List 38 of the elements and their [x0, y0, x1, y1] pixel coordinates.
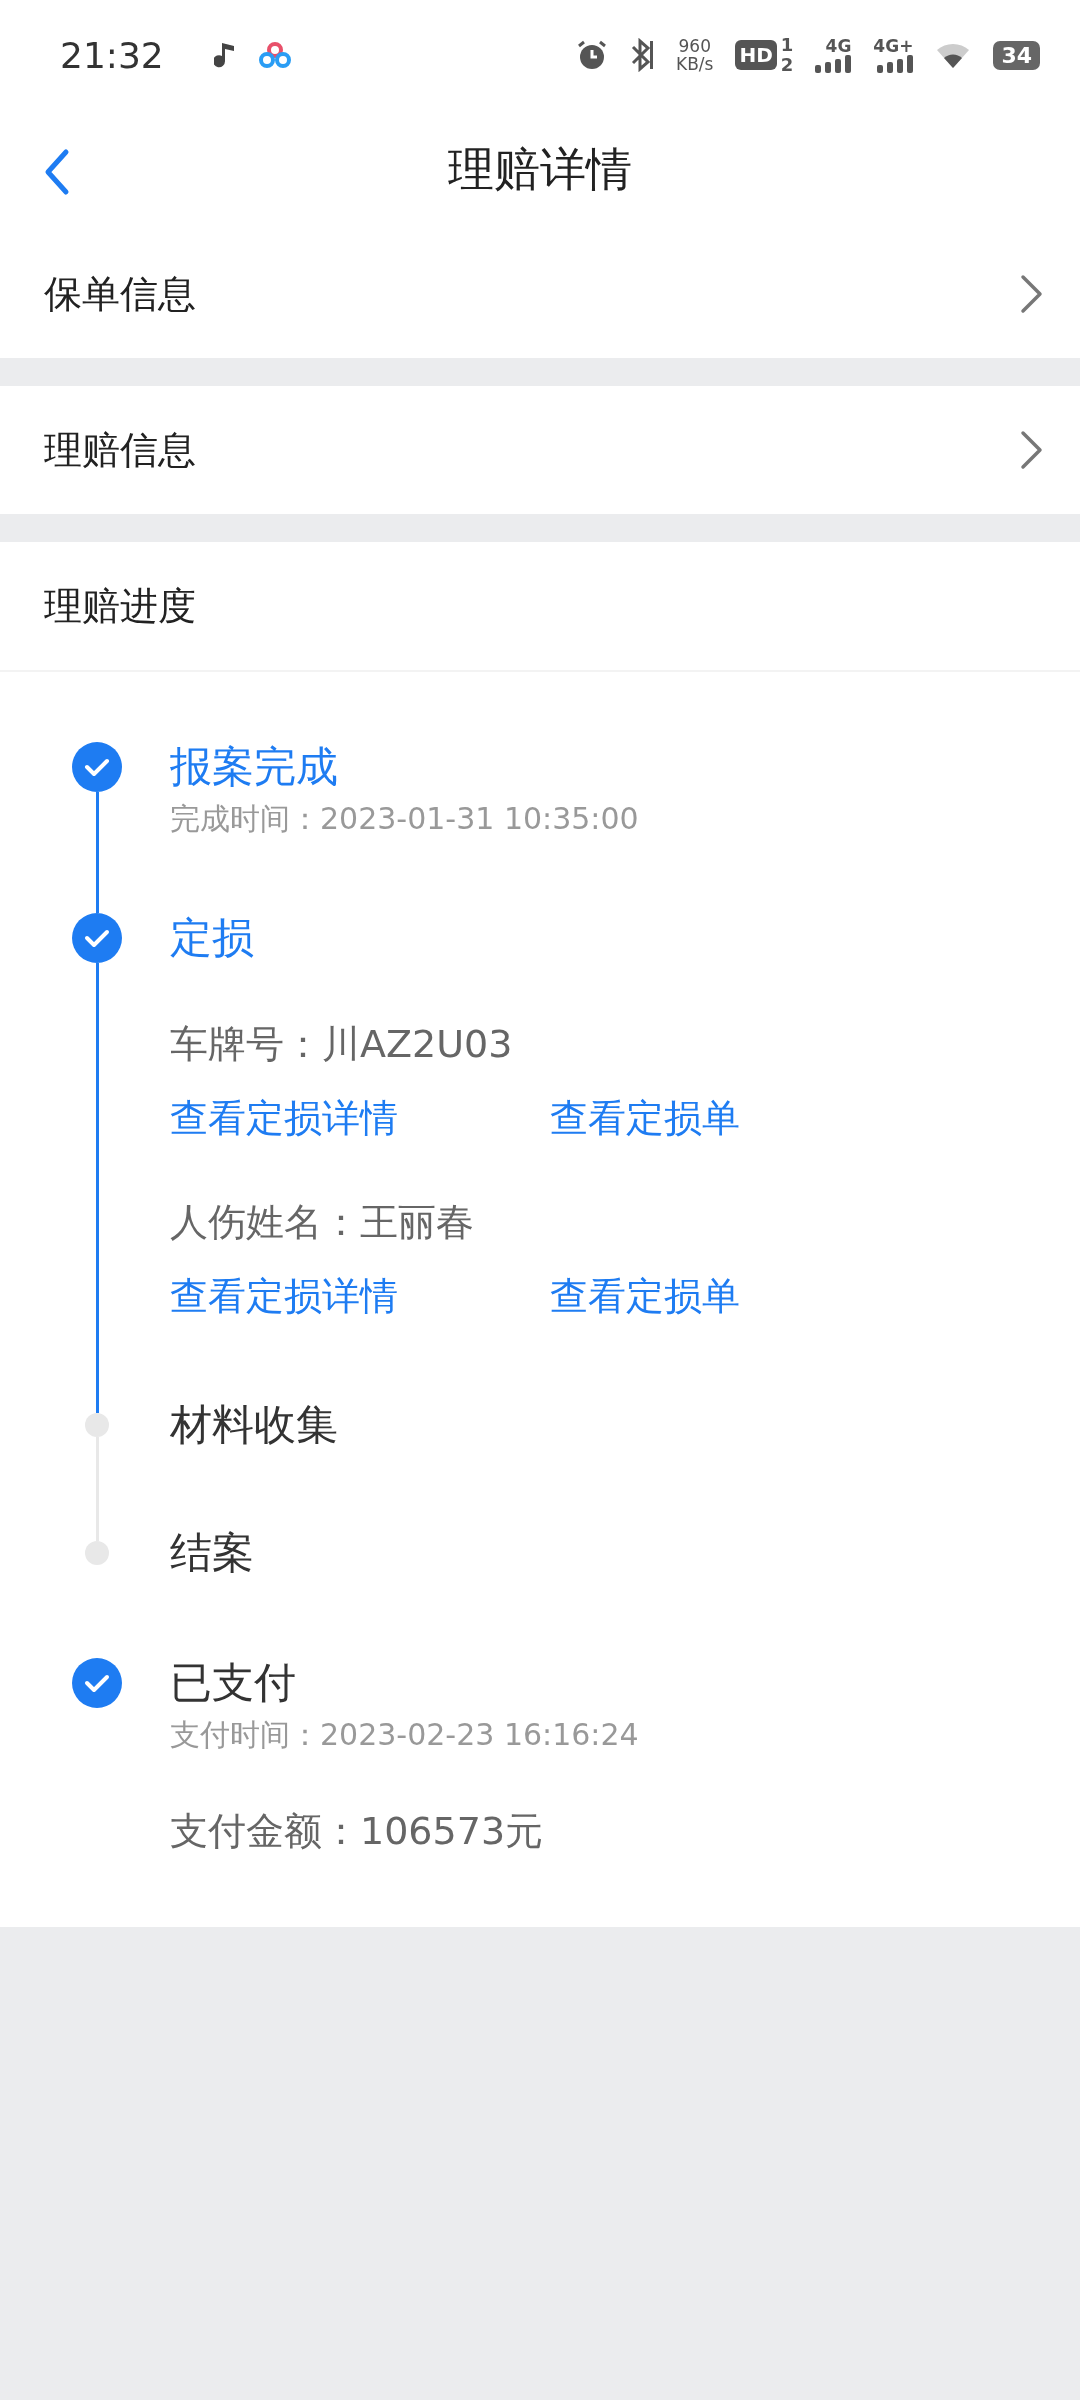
status-time: 21:32: [60, 34, 164, 76]
bluetooth-icon: [630, 38, 655, 72]
signal-icon: [877, 55, 914, 73]
section-title: 理赔进度: [44, 582, 196, 630]
detail-link[interactable]: 查看定损单: [550, 1268, 740, 1324]
cloud-app-icon: [257, 41, 292, 69]
network-type: 4G: [825, 37, 852, 55]
step-time: 完成时间：2023-01-31 10:35:00: [170, 800, 639, 838]
sim-number: 2: [780, 55, 794, 75]
wifi-icon: [935, 41, 972, 69]
hd-badge: HD: [735, 40, 777, 70]
music-note-icon: [213, 41, 236, 69]
step-title: 材料收集: [170, 1399, 338, 1451]
detail-label: 车牌号：川AZ2U03: [170, 1021, 514, 1068]
signal-icon: [815, 55, 852, 73]
chevron-right-icon: [1020, 430, 1044, 470]
nav-row-label: 保单信息: [44, 270, 196, 318]
detail-link[interactable]: 查看定损详情: [170, 1090, 550, 1146]
net-speed-unit: KB/s: [676, 55, 714, 73]
nav-row[interactable]: 保单信息: [0, 230, 1080, 358]
chevron-right-icon: [1020, 274, 1044, 314]
network-type: 4G+: [873, 37, 914, 55]
detail-link[interactable]: 查看定损详情: [170, 1268, 550, 1324]
nav-row[interactable]: 理赔信息: [0, 386, 1080, 514]
page-title: 理赔详情: [448, 141, 632, 198]
step-time: 支付时间：2023-02-23 16:16:24: [170, 1716, 639, 1754]
net-speed: 960: [678, 37, 711, 55]
detail-link[interactable]: 查看定损单: [550, 1090, 740, 1146]
detail-label: 人伤姓名：王丽春: [170, 1199, 475, 1246]
nav-row-label: 理赔信息: [44, 426, 196, 474]
sim-number: 1: [780, 35, 794, 55]
battery-level: 34: [993, 40, 1040, 70]
step-title: 结案: [170, 1527, 254, 1579]
payment-amount: 支付金额：106573元: [170, 1808, 545, 1855]
alarm-icon: [576, 39, 609, 71]
step-title: 定损: [170, 912, 255, 964]
step-title: 已支付: [170, 1657, 297, 1709]
step-title: 报案完成: [170, 741, 339, 793]
